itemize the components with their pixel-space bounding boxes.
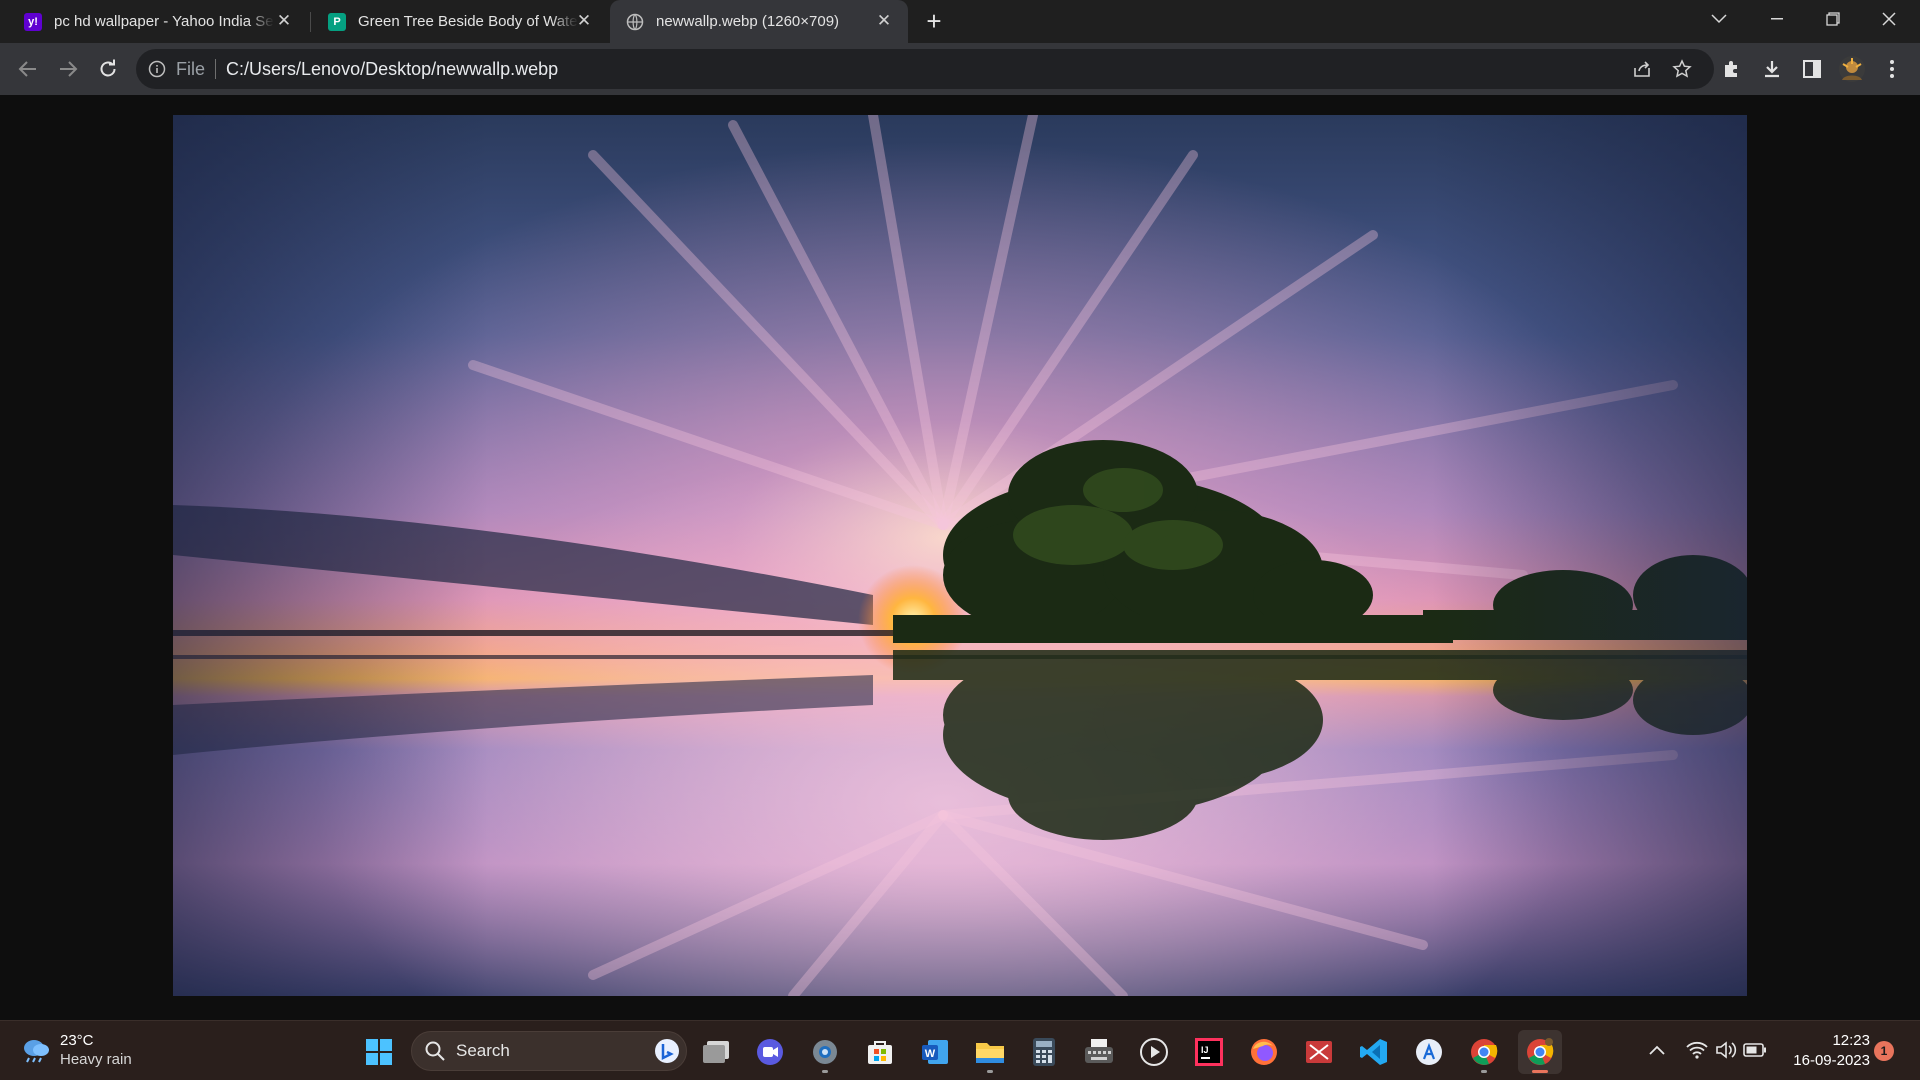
tab-pexels[interactable]: P Green Tree Beside Body of Water ✕ xyxy=(312,0,608,43)
chrome-profile-icon[interactable] xyxy=(1518,1030,1562,1074)
vscode-icon[interactable] xyxy=(1352,1030,1396,1074)
search-label: Search xyxy=(456,1041,510,1060)
taskbar-search[interactable]: Search xyxy=(411,1031,687,1071)
scheme-label: File xyxy=(176,58,206,79)
typewriter-app-icon[interactable] xyxy=(1077,1030,1121,1074)
chevron-up-icon[interactable] xyxy=(1644,1037,1670,1063)
minimize-button[interactable] xyxy=(1754,0,1800,38)
bing-icon[interactable] xyxy=(654,1038,680,1069)
clock-date: 16-09-2023 xyxy=(1793,1052,1870,1069)
tab-strip: y! pc hd wallpaper - Yahoo India Se ✕ P … xyxy=(0,0,1920,43)
back-button[interactable] xyxy=(14,55,42,83)
volume-icon[interactable] xyxy=(1713,1037,1739,1063)
cloud-rain-icon xyxy=(24,1040,49,1063)
page-content xyxy=(0,95,1920,1020)
reload-icon xyxy=(100,59,116,77)
intellij-icon[interactable]: IJ xyxy=(1187,1030,1231,1074)
forward-button[interactable] xyxy=(54,55,82,83)
restore-icon xyxy=(1826,12,1840,26)
close-window-button[interactable] xyxy=(1866,0,1912,38)
system-clock[interactable]: 12:23 16-09-2023 xyxy=(1770,1031,1870,1071)
side-panel-icon[interactable] xyxy=(1798,55,1826,83)
meet-icon[interactable] xyxy=(748,1030,792,1074)
weather-description: Heavy rain xyxy=(60,1051,132,1068)
settings-icon[interactable] xyxy=(803,1030,847,1074)
svg-text:W: W xyxy=(925,1048,936,1060)
download-icon[interactable] xyxy=(1758,55,1786,83)
profile-avatar[interactable] xyxy=(1838,55,1866,83)
search-icon xyxy=(425,1041,445,1061)
chevron-down-icon xyxy=(1711,14,1727,24)
minimize-icon xyxy=(1771,18,1783,20)
tab-title: Green Tree Beside Body of Water xyxy=(358,13,578,30)
app-store-icon[interactable] xyxy=(1407,1030,1451,1074)
tab-search-button[interactable] xyxy=(1696,0,1742,38)
weather-widget[interactable]: 23°C Heavy rain xyxy=(20,1031,132,1069)
pexels-icon: P xyxy=(328,12,346,31)
notification-badge[interactable]: 1 xyxy=(1874,1041,1894,1061)
close-tab-icon[interactable]: ✕ xyxy=(574,11,594,31)
calculator-icon[interactable] xyxy=(1022,1030,1066,1074)
chrome-icon[interactable] xyxy=(1462,1030,1506,1074)
file-explorer-icon[interactable] xyxy=(968,1030,1012,1074)
snipping-tool-icon[interactable] xyxy=(1297,1030,1341,1074)
weather-temperature: 23°C xyxy=(60,1032,94,1049)
omnibox-divider xyxy=(215,59,217,79)
extensions-icon[interactable] xyxy=(1718,55,1746,83)
tab-title: newwallp.webp (1260×709) xyxy=(656,13,840,30)
tab-yahoo[interactable]: y! pc hd wallpaper - Yahoo India Se ✕ xyxy=(8,0,308,43)
arrow-right-icon xyxy=(60,61,78,77)
address-bar[interactable]: File C:/Users/Lenovo/Desktop/newwallp.we… xyxy=(136,49,1714,89)
close-tab-icon[interactable]: ✕ xyxy=(874,11,894,31)
landscape-image[interactable] xyxy=(173,115,1747,996)
close-tab-icon[interactable]: ✕ xyxy=(274,11,294,31)
tab-newwallp[interactable]: newwallp.webp (1260×709) ✕ xyxy=(610,0,908,43)
globe-icon xyxy=(626,13,644,31)
share-icon[interactable] xyxy=(1630,57,1654,81)
firefox-icon[interactable] xyxy=(1242,1030,1286,1074)
start-button[interactable] xyxy=(357,1030,401,1074)
bookmark-star-icon[interactable] xyxy=(1670,57,1694,81)
battery-icon[interactable] xyxy=(1742,1037,1768,1063)
restore-button[interactable] xyxy=(1810,0,1856,38)
microsoft-store-icon[interactable] xyxy=(858,1030,902,1074)
new-tab-button[interactable]: + xyxy=(920,8,948,36)
tab-separator xyxy=(310,12,311,32)
windows-start-icon xyxy=(366,1039,392,1065)
clock-time: 12:23 xyxy=(1832,1032,1870,1049)
wifi-icon[interactable] xyxy=(1684,1037,1710,1063)
url-text[interactable]: C:/Users/Lenovo/Desktop/newwallp.webp xyxy=(226,59,558,80)
close-icon xyxy=(1882,12,1896,26)
svg-text:IJ: IJ xyxy=(1201,1045,1209,1055)
reload-button[interactable] xyxy=(94,55,122,83)
taskbar: 23°C Heavy rain Search W IJ 12:23 16-09-… xyxy=(0,1020,1920,1080)
arrow-left-icon xyxy=(18,61,36,77)
yahoo-icon: y! xyxy=(24,12,42,31)
media-player-icon[interactable] xyxy=(1132,1030,1176,1074)
tab-title: pc hd wallpaper - Yahoo India Se xyxy=(54,13,274,30)
task-view-icon[interactable] xyxy=(694,1030,738,1074)
menu-kebab-icon[interactable] xyxy=(1878,55,1906,83)
word-icon[interactable]: W xyxy=(913,1030,957,1074)
info-icon[interactable] xyxy=(148,60,166,78)
browser-toolbar: File C:/Users/Lenovo/Desktop/newwallp.we… xyxy=(0,43,1920,95)
